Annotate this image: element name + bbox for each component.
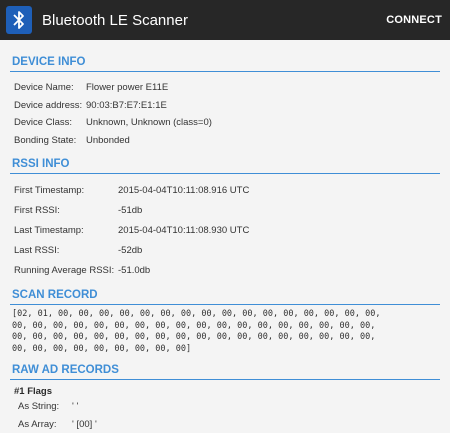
device-info-header: DEVICE INFO [10,56,440,72]
row-label: Last Timestamp: [14,224,84,236]
row-value: 90:03:B7:E7:E1:1E [86,99,167,111]
as-array-row: As Array: ' [00] ' [10,415,440,433]
row-label: Device Class: [14,117,73,129]
bluetooth-icon[interactable] [6,6,32,34]
first-rssi-row: First RSSI: -51db [10,200,440,220]
row-label: As Array: [18,418,57,430]
device-info-list: Device Name: Flower power E11E Device ad… [10,79,440,149]
row-value: -51db [118,204,143,216]
row-value: ' ' [72,400,79,412]
scan-record-line: 00, 00, 00, 00, 00, 00, 00, 00, 00] [12,343,192,354]
last-timestamp-row: Last Timestamp: 2015-04-04T10:11:08.930 … [10,220,440,240]
row-value: Unknown, Unknown (class=0) [86,117,212,129]
row-value: Flower power E11E [86,82,169,94]
as-string-row: As String: ' ' [10,397,440,415]
bonding-state-row: Bonding State: Unbonded [10,132,440,150]
scan-record-line: 00, 00, 00, 00, 00, 00, 00, 00, 00, 00, … [12,332,376,342]
scan-record-line: 00, 00, 00, 00, 00, 00, 00, 00, 00, 00, … [12,320,376,331]
row-label: Device Name: [14,82,74,94]
row-label: Bonding State: [14,134,77,146]
connect-button[interactable]: CONNECT [386,0,442,40]
rssi-info-list: First Timestamp: 2015-04-04T10:11:08.916… [10,180,440,280]
row-value: 2015-04-04T10:11:08.930 UTC [118,224,250,236]
row-label: Device address: [14,99,83,111]
raw-ad-records-header: RAW AD RECORDS [10,364,440,380]
scan-record-header: SCAN RECORD [10,289,440,305]
row-value: -52db [118,244,143,256]
row-label: As String: [18,400,60,412]
rssi-info-header: RSSI INFO [10,158,440,174]
row-label: Running Average RSSI: [14,264,115,276]
ad-record: #1 Flags As String: ' ' As Array: ' [00]… [10,386,440,433]
row-value: Unbonded [86,134,130,146]
device-class-row: Device Class: Unknown, Unknown (class=0) [10,114,440,132]
app-title: Bluetooth LE Scanner [42,11,188,29]
action-bar: Bluetooth LE Scanner CONNECT [0,0,450,40]
content: DEVICE INFO Device Name: Flower power E1… [0,56,450,433]
scan-record-line: [02, 01, 00, 00, 00, 00, 00, 00, 00, 00,… [12,309,381,319]
row-label: Last RSSI: [14,244,60,256]
row-label: First RSSI: [14,204,60,216]
row-value: 2015-04-04T10:11:08.916 UTC [118,184,250,196]
last-rssi-row: Last RSSI: -52db [10,240,440,260]
row-label: First Timestamp: [14,184,85,196]
first-timestamp-row: First Timestamp: 2015-04-04T10:11:08.916… [10,180,440,200]
device-name-row: Device Name: Flower power E11E [10,79,440,97]
ad-record-title: #1 Flags [14,386,53,397]
row-value: -51.0db [118,264,151,276]
scan-record-bytes: [02, 01, 00, 00, 00, 00, 00, 00, 00, 00,… [10,309,440,355]
row-value: ' [00] ' [72,418,97,430]
device-address-row: Device address: 90:03:B7:E7:E1:1E [10,97,440,115]
running-average-rssi-row: Running Average RSSI: -51.0db [10,260,440,280]
